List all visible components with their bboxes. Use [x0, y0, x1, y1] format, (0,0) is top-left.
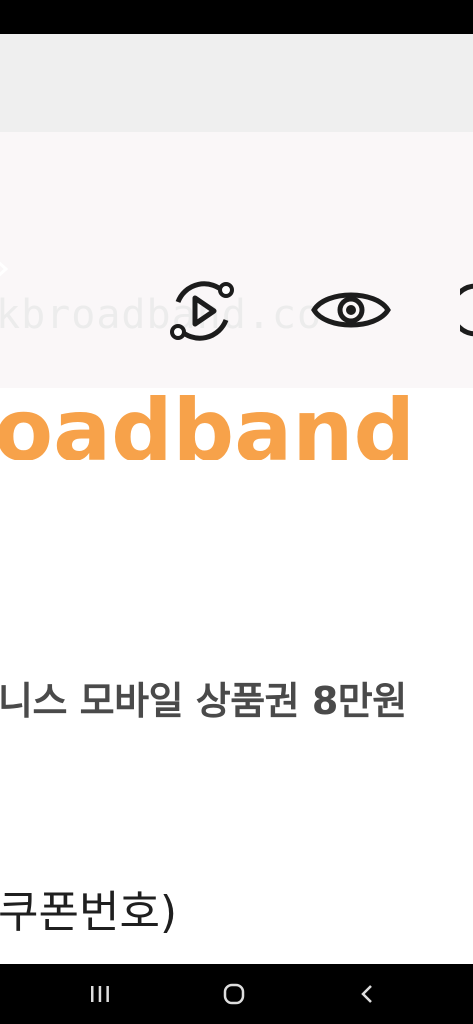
brand-logo-text: oadband — [0, 388, 416, 460]
back-icon[interactable] — [348, 978, 388, 1010]
replay-play-icon[interactable] — [166, 276, 238, 346]
eye-icon[interactable] — [310, 280, 392, 340]
navigation-bar — [0, 964, 473, 1024]
partial-icon[interactable] — [460, 280, 473, 340]
coupon-number-label: 쿠폰번호) — [0, 887, 178, 938]
toolbar-strip — [0, 34, 473, 132]
product-headline: 니스 모바일 상품권 8만원 — [0, 679, 407, 723]
video-overlay-panel — [0, 132, 473, 388]
status-bar — [0, 0, 473, 34]
chevron-right-icon[interactable] — [0, 254, 12, 284]
recent-apps-icon[interactable] — [80, 978, 120, 1010]
home-icon[interactable] — [214, 978, 254, 1010]
